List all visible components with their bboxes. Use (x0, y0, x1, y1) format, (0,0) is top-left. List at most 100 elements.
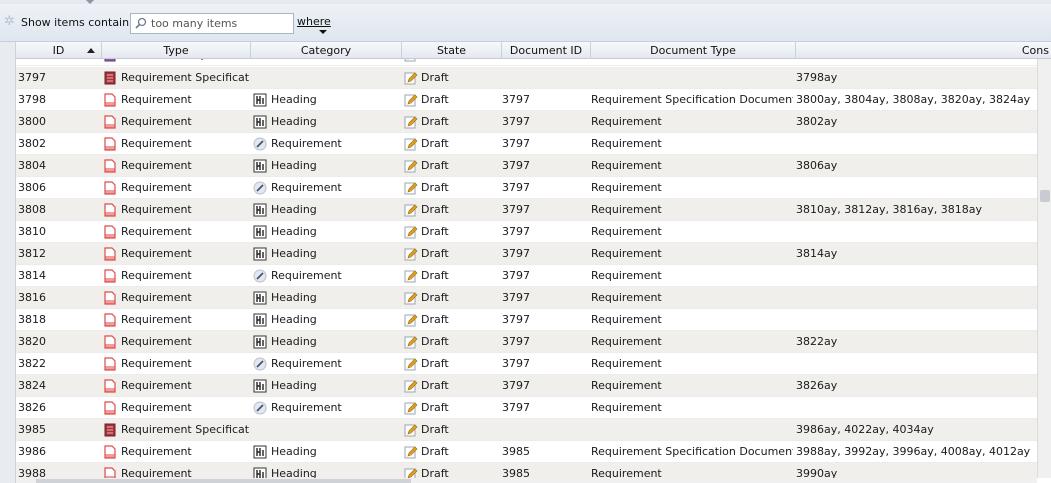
cell-document-type: Requirement (591, 379, 662, 392)
spec-document-icon (103, 423, 117, 437)
spec-document-icon (103, 71, 117, 85)
cell-type: Requirement (121, 181, 192, 194)
table-row[interactable]: 3985 Requirement Specificati... Draft 3986a… (16, 419, 1037, 441)
table-row[interactable]: 3814 Requirement Requirement Draft 3797 Requi… (16, 265, 1037, 287)
table-row[interactable]: 3797 Requirement Specificati... Draft 3798a… (16, 67, 1037, 89)
horizontal-scrollbar[interactable] (16, 478, 1037, 483)
requirement-icon (103, 159, 117, 173)
heading-icon (253, 247, 267, 261)
cell-id: 3986 (18, 445, 46, 458)
cell-state: Draft (421, 59, 491, 66)
column-header-state[interactable]: State (402, 42, 502, 59)
table-row[interactable]: 3986 Requirement Heading Draft 3985 Requireme… (16, 441, 1037, 463)
cell-document-type: Requirement (591, 247, 662, 260)
pen-icon (253, 269, 267, 283)
cell-type: Requirement (121, 93, 192, 106)
cell-state: Draft (421, 203, 449, 216)
cell-cons (796, 353, 1037, 375)
table-row[interactable]: 3810 Requirement Heading Draft 3797 Requireme… (16, 221, 1037, 243)
cell-category: Heading (271, 379, 317, 392)
table-row[interactable]: 3824 Requirement Heading Draft 3797 Requireme… (16, 375, 1037, 397)
cell-id: 3800 (18, 115, 46, 128)
stakeholder-document-icon (103, 59, 117, 62)
cell-state: Draft (421, 71, 449, 84)
heading-icon (253, 203, 267, 217)
cell-state: Draft (421, 93, 449, 106)
where-label: where (297, 15, 331, 28)
cell-category: Heading (271, 159, 317, 172)
column-header-category[interactable]: Category (251, 42, 402, 59)
table-row-partial[interactable]: 3795 Stakeholder Input Document Draft (16, 59, 1037, 66)
heading-icon (253, 115, 267, 129)
table-row[interactable]: 3798 Requirement Heading Draft 3797 Requireme… (16, 89, 1037, 111)
draft-icon (404, 203, 418, 217)
column-header-cons[interactable]: Cons (796, 42, 1051, 59)
cell-cons (796, 221, 1037, 243)
draft-icon (404, 93, 418, 107)
column-header-id[interactable]: ID (16, 42, 102, 59)
vertical-scrollbar[interactable] (1037, 59, 1051, 478)
where-dropdown[interactable]: where (297, 15, 331, 34)
horizontal-scroll-thumb[interactable] (36, 479, 411, 483)
cell-category: Heading (271, 445, 317, 458)
requirement-icon (103, 225, 117, 239)
search-box[interactable] (130, 13, 294, 34)
cell-state: Draft (421, 335, 449, 348)
cell-cons: 3826ay (796, 379, 838, 392)
table-row[interactable]: 3826 Requirement Requirement Draft 3797 Requi… (16, 397, 1037, 419)
cell-document-type: Requirement Specification Document (591, 93, 793, 106)
column-header-type[interactable]: Type (102, 42, 251, 59)
cell-state: Draft (421, 269, 449, 282)
cell-state: Draft (421, 313, 449, 326)
heading-icon (253, 313, 267, 327)
cell-document-id: 3985 (502, 467, 530, 478)
cell-cons: 3986ay, 4022ay, 4034ay (796, 423, 934, 436)
filter-star-icon: ✲ (4, 14, 15, 29)
cell-cons (796, 309, 1037, 331)
requirement-icon (103, 445, 117, 459)
requirement-icon (103, 115, 117, 129)
draft-icon (404, 181, 418, 195)
cell-category: Requirement (271, 181, 342, 194)
column-header-document-id[interactable]: Document ID (502, 42, 591, 59)
table-row[interactable]: 3988 Requirement Heading Draft 3985 Requireme… (16, 463, 1037, 478)
cell-cons (796, 287, 1037, 309)
cell-category: Heading (271, 335, 317, 348)
table-row[interactable]: 3818 Requirement Heading Draft 3797 Requireme… (16, 309, 1037, 331)
cell-type: Requirement (121, 379, 192, 392)
table-row[interactable]: 3802 Requirement Requirement Draft 3797 Requi… (16, 133, 1037, 155)
table-row[interactable]: 3800 Requirement Heading Draft 3797 Requireme… (16, 111, 1037, 133)
heading-icon (253, 225, 267, 239)
requirement-icon (103, 247, 117, 261)
table-row[interactable]: 3822 Requirement Requirement Draft 3797 Requi… (16, 353, 1037, 375)
cell-category: Heading (271, 247, 317, 260)
table-row[interactable]: 3820 Requirement Heading Draft 3797 Requireme… (16, 331, 1037, 353)
cell-document-type: Requirement (591, 335, 662, 348)
requirement-icon (103, 203, 117, 217)
requirement-icon (103, 313, 117, 327)
column-header-document-type[interactable]: Document Type (591, 42, 796, 59)
cell-id: 3822 (18, 357, 46, 370)
table-row[interactable]: 3804 Requirement Heading Draft 3797 Requireme… (16, 155, 1037, 177)
cell-id: 3826 (18, 401, 46, 414)
cell-category: Heading (271, 93, 317, 106)
table-row[interactable]: 3812 Requirement Heading Draft 3797 Requireme… (16, 243, 1037, 265)
cell-document-type: Requirement (591, 159, 662, 172)
cell-cons: 3988ay, 3992ay, 3996ay, 4008ay, 4012ay (796, 445, 1031, 458)
cell-document-type: Requirement (591, 467, 662, 478)
table-row[interactable]: 3808 Requirement Heading Draft 3797 Requireme… (16, 199, 1037, 221)
cell-state: Draft (421, 357, 449, 370)
cell-category: Heading (271, 225, 317, 238)
heading-icon (253, 379, 267, 393)
heading-icon (253, 445, 267, 459)
cell-document-type: Requirement (591, 181, 662, 194)
heading-icon (253, 159, 267, 173)
cell-document-id: 3797 (502, 401, 530, 414)
cell-type: Requirement (121, 225, 192, 238)
search-input[interactable] (151, 16, 291, 31)
table-row[interactable]: 3816 Requirement Heading Draft 3797 Requireme… (16, 287, 1037, 309)
cell-document-id: 3797 (502, 115, 530, 128)
requirement-icon (103, 379, 117, 393)
vertical-scroll-thumb[interactable] (1040, 190, 1050, 202)
table-row[interactable]: 3806 Requirement Requirement Draft 3797 Requi… (16, 177, 1037, 199)
